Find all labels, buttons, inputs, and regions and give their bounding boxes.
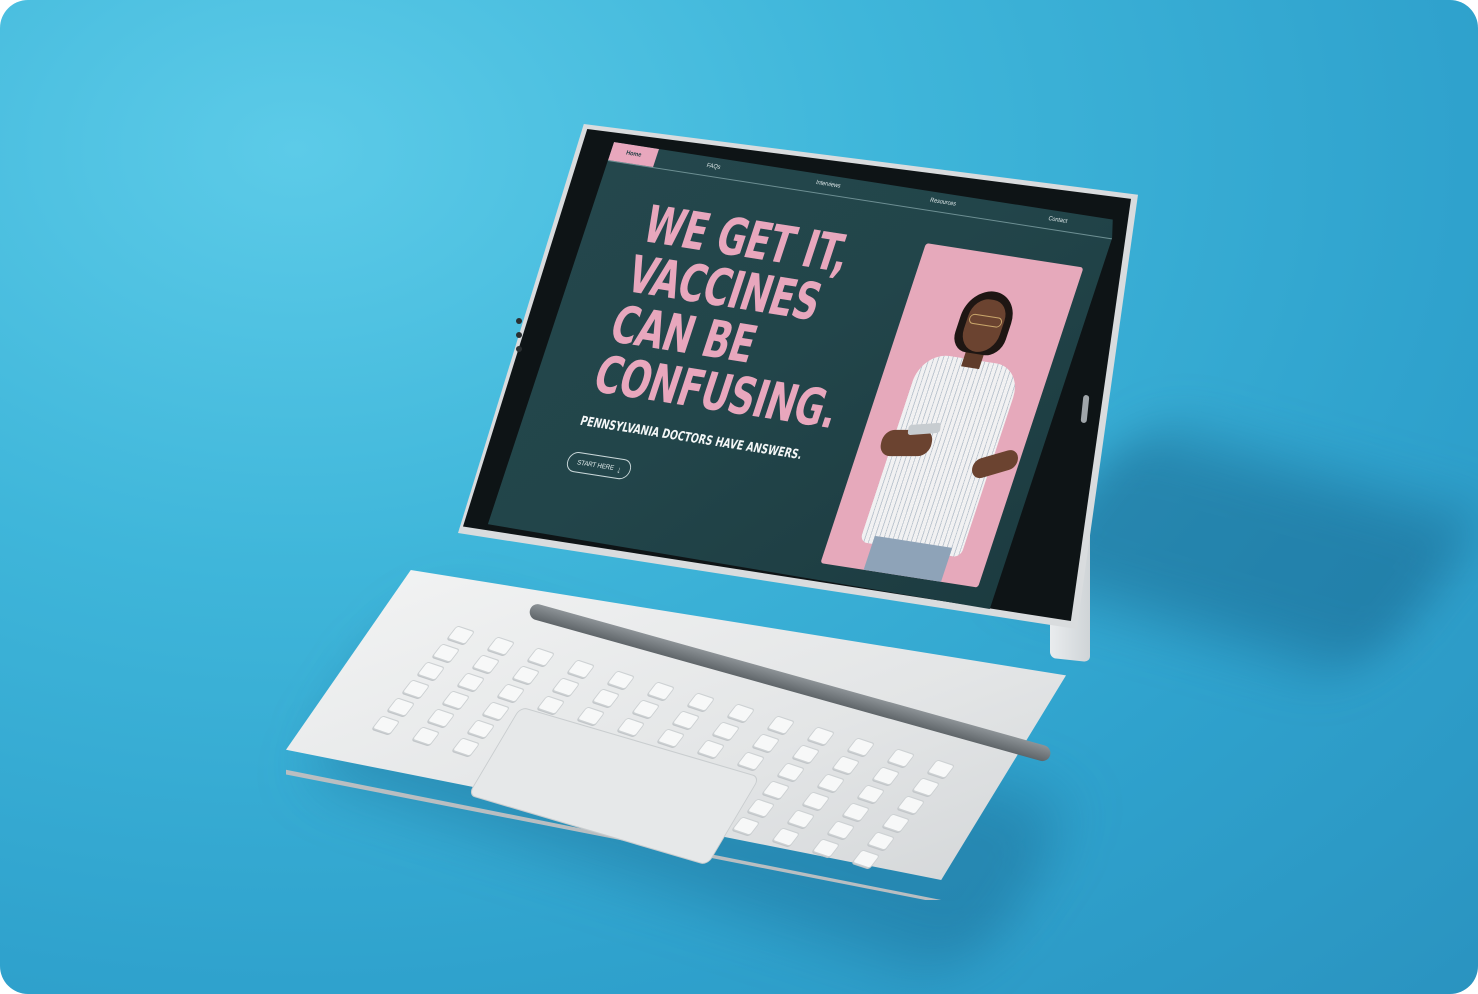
keyboard-key [801,791,831,811]
keyboard-key [786,809,816,829]
keyboard-key [766,714,796,735]
keyboard-key [896,795,926,816]
start-here-button[interactable]: START HERE ↓ [564,450,634,481]
keyboard-key [646,681,676,701]
keyboard-key [431,643,461,663]
keyboard-key [851,849,881,870]
keyboard-key [831,755,861,775]
keyboard-key [841,802,871,822]
keyboard-key [446,625,476,645]
keyboard-key [386,697,416,717]
keyboard-key [846,737,876,757]
keyboard-key [811,838,841,858]
keyboard-key [926,759,956,780]
keyboard-key [826,820,856,840]
keyboard-key [736,750,766,771]
keyboard-key [711,721,741,742]
keyboard-key [416,661,446,681]
keyboard-key [456,672,486,692]
keyboard-key [401,679,431,699]
keyboard-key [616,717,646,737]
keyboard-key [466,719,496,740]
keyboard-key [696,739,726,760]
keyboard-key [631,699,661,719]
keyboard-key [511,665,541,686]
keyboard-key [526,647,556,668]
keyboard-key [726,703,756,724]
keyboard-key [816,773,846,793]
keyboard-key [426,708,456,728]
keyboard-key [441,690,471,710]
keyboard-key [751,732,781,753]
keyboard-key [451,737,481,758]
keyboard-key [731,816,761,836]
keyboard-key [806,726,836,746]
keyboard-key [856,784,886,804]
keyboard-key [776,762,806,782]
keyboard-key [866,831,896,852]
keyboard-key [551,676,581,697]
keyboard-key [671,710,701,730]
keyboard-key [761,780,791,800]
keyboard-key [371,715,401,735]
keyboard-key [591,688,621,708]
keyboard-key [606,670,636,690]
keyboard-key [486,636,516,656]
keyboard-key [471,654,501,674]
keyboard-key [791,744,821,764]
keyboard-key [911,777,941,798]
start-here-label: START HERE [576,459,615,472]
product-mockup-background: Home FAQs Interviews Resources Contact W… [0,0,1478,994]
hero-headline: WE GET IT, VACCINES CAN BE CONFUSING. [586,194,858,441]
keyboard-key [871,766,901,786]
keyboard-key [411,726,441,746]
arrow-down-icon: ↓ [615,464,623,476]
keyboard-key [886,748,916,768]
keyboard-key [576,706,606,726]
keyboard-key [881,813,911,834]
keyboard-key [686,692,716,712]
keyboard-key [481,701,511,722]
camera-icon [516,318,522,324]
keyboard-key [656,728,686,748]
keyboard-key [771,827,801,847]
keyboard-key [566,658,596,679]
keyboard-key [746,798,776,818]
keyboard-key [496,683,526,704]
hero-photo [820,243,1084,588]
